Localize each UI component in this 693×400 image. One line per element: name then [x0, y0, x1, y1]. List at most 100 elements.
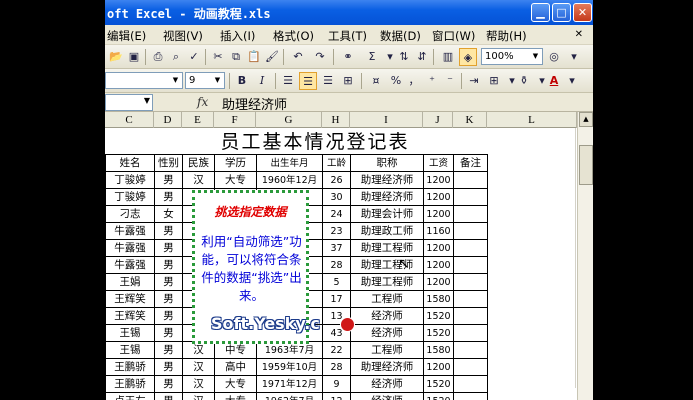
- table-cell[interactable]: 助理政工师: [351, 223, 423, 240]
- table-cell[interactable]: 男: [155, 325, 182, 342]
- table-cell[interactable]: 1160: [424, 223, 453, 240]
- table-cell[interactable]: [454, 206, 487, 223]
- table-cell[interactable]: 大专: [215, 376, 256, 393]
- align-left-icon[interactable]: ☰: [279, 72, 297, 90]
- bold-button[interactable]: B: [233, 72, 251, 90]
- table-cell[interactable]: 22: [323, 342, 350, 359]
- table-cell[interactable]: 1200: [424, 359, 453, 376]
- table-cell[interactable]: 26: [323, 172, 350, 189]
- fx-icon[interactable]: fx: [197, 95, 208, 109]
- table-cell[interactable]: 24: [323, 206, 350, 223]
- print-preview-icon[interactable]: ⌕: [167, 48, 185, 66]
- percent-button[interactable]: %: [387, 72, 405, 90]
- font-color-dropdown-icon[interactable]: ▾: [563, 72, 581, 90]
- table-cell[interactable]: 王鹏骄: [106, 376, 154, 393]
- table-cell[interactable]: 28: [323, 257, 350, 274]
- table-cell[interactable]: [454, 223, 487, 240]
- table-cell[interactable]: 大专: [215, 172, 256, 189]
- table-cell[interactable]: 工程师: [351, 291, 423, 308]
- table-cell[interactable]: 男: [155, 291, 182, 308]
- column-header[interactable]: F: [214, 112, 256, 128]
- scroll-up-icon[interactable]: ▲: [579, 112, 593, 127]
- paste-icon[interactable]: 📋: [245, 48, 263, 66]
- column-header[interactable]: H: [322, 112, 350, 128]
- table-cell[interactable]: 1580: [424, 291, 453, 308]
- table-cell[interactable]: 1200: [424, 240, 453, 257]
- table-cell[interactable]: 1960年12月: [257, 172, 322, 189]
- table-cell[interactable]: 30: [323, 189, 350, 206]
- table-cell[interactable]: 23: [323, 223, 350, 240]
- chevron-down-icon[interactable]: ▼: [212, 74, 223, 87]
- table-cell[interactable]: 9: [323, 376, 350, 393]
- table-cell[interactable]: 男: [155, 376, 182, 393]
- column-header[interactable]: G: [256, 112, 322, 128]
- table-cell[interactable]: [454, 274, 487, 291]
- sheet-title[interactable]: 员工基本情况登记表: [165, 129, 465, 155]
- toolbar-options-icon[interactable]: ▾: [565, 48, 583, 66]
- table-cell[interactable]: 17: [323, 291, 350, 308]
- table-cell[interactable]: 王锡: [106, 342, 154, 359]
- table-cell[interactable]: 1971年12月: [257, 376, 322, 393]
- table-cell[interactable]: 37: [323, 240, 350, 257]
- sort-ascending-icon[interactable]: ⇅: [395, 48, 413, 66]
- header-cell[interactable]: 工资: [424, 155, 453, 172]
- chart-wizard-icon[interactable]: ▥: [439, 48, 457, 66]
- table-cell[interactable]: 经济师: [351, 308, 423, 325]
- sort-descending-icon[interactable]: ⇵: [413, 48, 431, 66]
- table-cell[interactable]: 汉: [183, 376, 214, 393]
- table-cell[interactable]: 经济师: [351, 393, 423, 400]
- table-cell[interactable]: 高中: [215, 359, 256, 376]
- chevron-down-icon[interactable]: ▼: [530, 50, 541, 63]
- menu-data[interactable]: 数据(D): [380, 28, 421, 44]
- table-cell[interactable]: 牛露强: [106, 240, 154, 257]
- table-cell[interactable]: 助理经济师: [351, 172, 423, 189]
- table-cell[interactable]: 1200: [424, 206, 453, 223]
- menu-window[interactable]: 窗口(W): [432, 28, 475, 44]
- increase-decimal-icon[interactable]: ⁺: [423, 72, 441, 90]
- table-cell[interactable]: [454, 240, 487, 257]
- table-cell[interactable]: 女: [155, 206, 182, 223]
- save-icon[interactable]: ▣: [125, 48, 143, 66]
- table-cell[interactable]: 1520: [424, 376, 453, 393]
- table-cell[interactable]: 28: [323, 359, 350, 376]
- header-cell[interactable]: 出生年月: [257, 155, 322, 172]
- worksheet[interactable]: 员工基本情况登记表 姓名 性别 民族 学历 出生年月 工龄 职称 工资 备注 丁骏婷男汉大专 196…: [105, 128, 577, 400]
- table-cell[interactable]: 1200: [424, 172, 453, 189]
- table-cell[interactable]: 王锡: [106, 325, 154, 342]
- currency-icon[interactable]: ¤: [367, 72, 385, 90]
- table-cell[interactable]: 1580: [424, 342, 453, 359]
- autosum-icon[interactable]: Σ: [363, 48, 381, 66]
- table-cell[interactable]: [454, 376, 487, 393]
- scroll-thumb[interactable]: [579, 145, 593, 185]
- table-cell[interactable]: [454, 342, 487, 359]
- table-cell[interactable]: 助理经济师: [351, 189, 423, 206]
- table-cell[interactable]: 男: [155, 342, 182, 359]
- table-cell[interactable]: 助理工程师: [351, 274, 423, 291]
- hyperlink-icon[interactable]: ⚭: [339, 48, 357, 66]
- table-cell[interactable]: 男: [155, 257, 182, 274]
- zoom-box[interactable]: 100% ▼: [481, 48, 543, 65]
- table-cell[interactable]: 工程师: [351, 342, 423, 359]
- table-cell[interactable]: 汉: [183, 172, 214, 189]
- cut-icon[interactable]: ✂: [209, 48, 227, 66]
- chevron-down-icon[interactable]: ▼: [170, 74, 181, 87]
- table-cell[interactable]: 王辉笑: [106, 291, 154, 308]
- table-cell[interactable]: 1962年7月: [257, 393, 322, 400]
- table-cell[interactable]: [454, 325, 487, 342]
- table-cell[interactable]: 汉: [183, 342, 214, 359]
- header-cell[interactable]: 民族: [183, 155, 214, 172]
- header-cell[interactable]: 学历: [215, 155, 256, 172]
- header-cell[interactable]: 备注: [454, 155, 487, 172]
- redo-icon[interactable]: ↷: [311, 48, 329, 66]
- table-cell[interactable]: 经济师: [351, 325, 423, 342]
- table-cell[interactable]: 助理经济师: [351, 359, 423, 376]
- font-name-box[interactable]: ▼: [105, 72, 183, 89]
- table-cell[interactable]: 助理工程师: [351, 240, 423, 257]
- open-icon[interactable]: 📂: [107, 48, 125, 66]
- column-header[interactable]: K: [453, 112, 487, 128]
- table-cell[interactable]: 1520: [424, 393, 453, 400]
- table-cell[interactable]: [454, 359, 487, 376]
- column-header[interactable]: J: [423, 112, 453, 128]
- table-cell[interactable]: 1520: [424, 308, 453, 325]
- table-cell[interactable]: 汉: [183, 359, 214, 376]
